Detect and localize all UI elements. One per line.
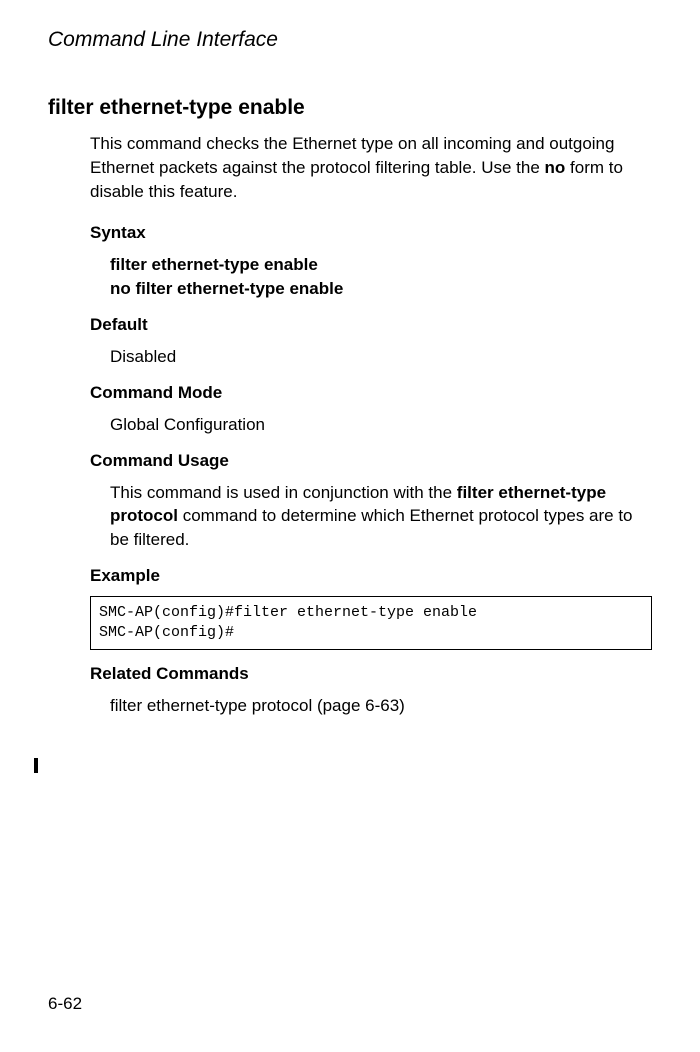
related-commands-heading: Related Commands [90, 664, 652, 684]
command-usage-text: This command is used in conjunction with… [110, 481, 652, 552]
description-bold-no: no [545, 158, 566, 177]
command-name-heading: filter ethernet-type enable [48, 96, 652, 120]
usage-after-bold: command to determine which Ethernet prot… [110, 506, 633, 549]
change-bar-marker [34, 758, 38, 773]
syntax-line-1: filter ethernet-type enable [110, 255, 318, 274]
syntax-block: filter ethernet-type enable no filter et… [110, 253, 652, 301]
default-heading: Default [90, 315, 652, 335]
usage-before-bold: This command is used in conjunction with… [110, 483, 457, 502]
syntax-line-2: no filter ethernet-type enable [110, 279, 343, 298]
related-commands-text: filter ethernet-type protocol (page 6-63… [110, 694, 652, 718]
example-heading: Example [90, 566, 652, 586]
page-header-title: Command Line Interface [48, 28, 652, 52]
command-usage-heading: Command Usage [90, 451, 652, 471]
command-description: This command checks the Ethernet type on… [90, 132, 652, 203]
example-code-box: SMC-AP(config)#filter ethernet-type enab… [90, 596, 652, 651]
default-value: Disabled [110, 345, 652, 369]
command-mode-value: Global Configuration [110, 413, 652, 437]
syntax-heading: Syntax [90, 223, 652, 243]
description-text-before: This command checks the Ethernet type on… [90, 134, 614, 177]
command-mode-heading: Command Mode [90, 383, 652, 403]
page-number: 6-62 [48, 994, 82, 1014]
